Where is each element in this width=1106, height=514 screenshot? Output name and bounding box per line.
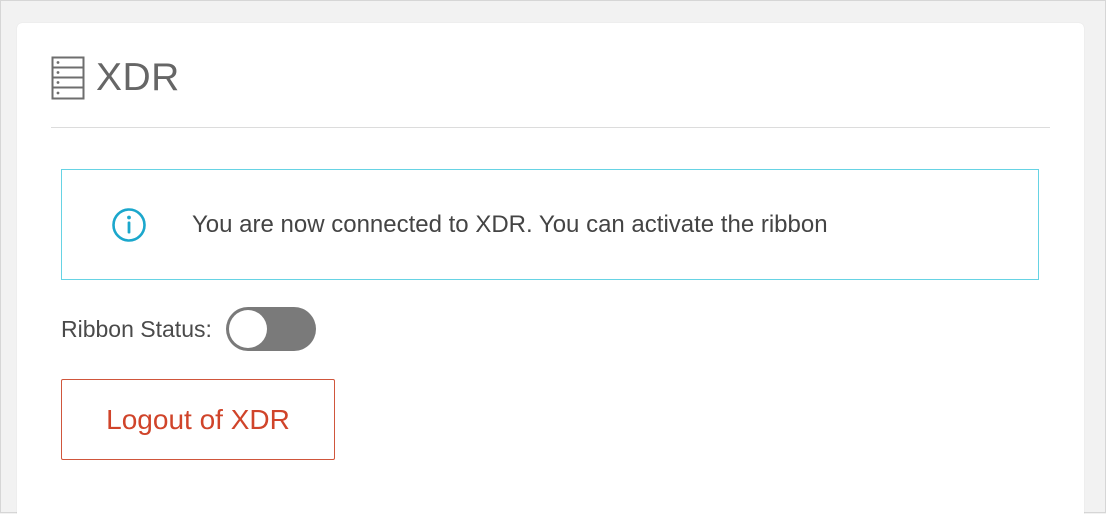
panel-header: XDR	[51, 55, 1050, 128]
toggle-knob	[228, 310, 267, 348]
window-frame: XDR You are now connected to XDR. You ca…	[0, 0, 1106, 514]
info-icon	[112, 207, 146, 242]
xdr-panel: XDR You are now connected to XDR. You ca…	[17, 23, 1084, 514]
logout-button[interactable]: Logout of XDR	[61, 379, 335, 460]
ribbon-status-row: Ribbon Status:	[61, 306, 316, 352]
info-alert: You are now connected to XDR. You can ac…	[61, 169, 1039, 280]
server-icon	[51, 56, 85, 100]
page-title: XDR	[96, 56, 180, 99]
ribbon-status-label: Ribbon Status:	[61, 315, 212, 342]
ribbon-status-toggle[interactable]	[225, 307, 316, 351]
info-message: You are now connected to XDR. You can ac…	[192, 210, 828, 238]
